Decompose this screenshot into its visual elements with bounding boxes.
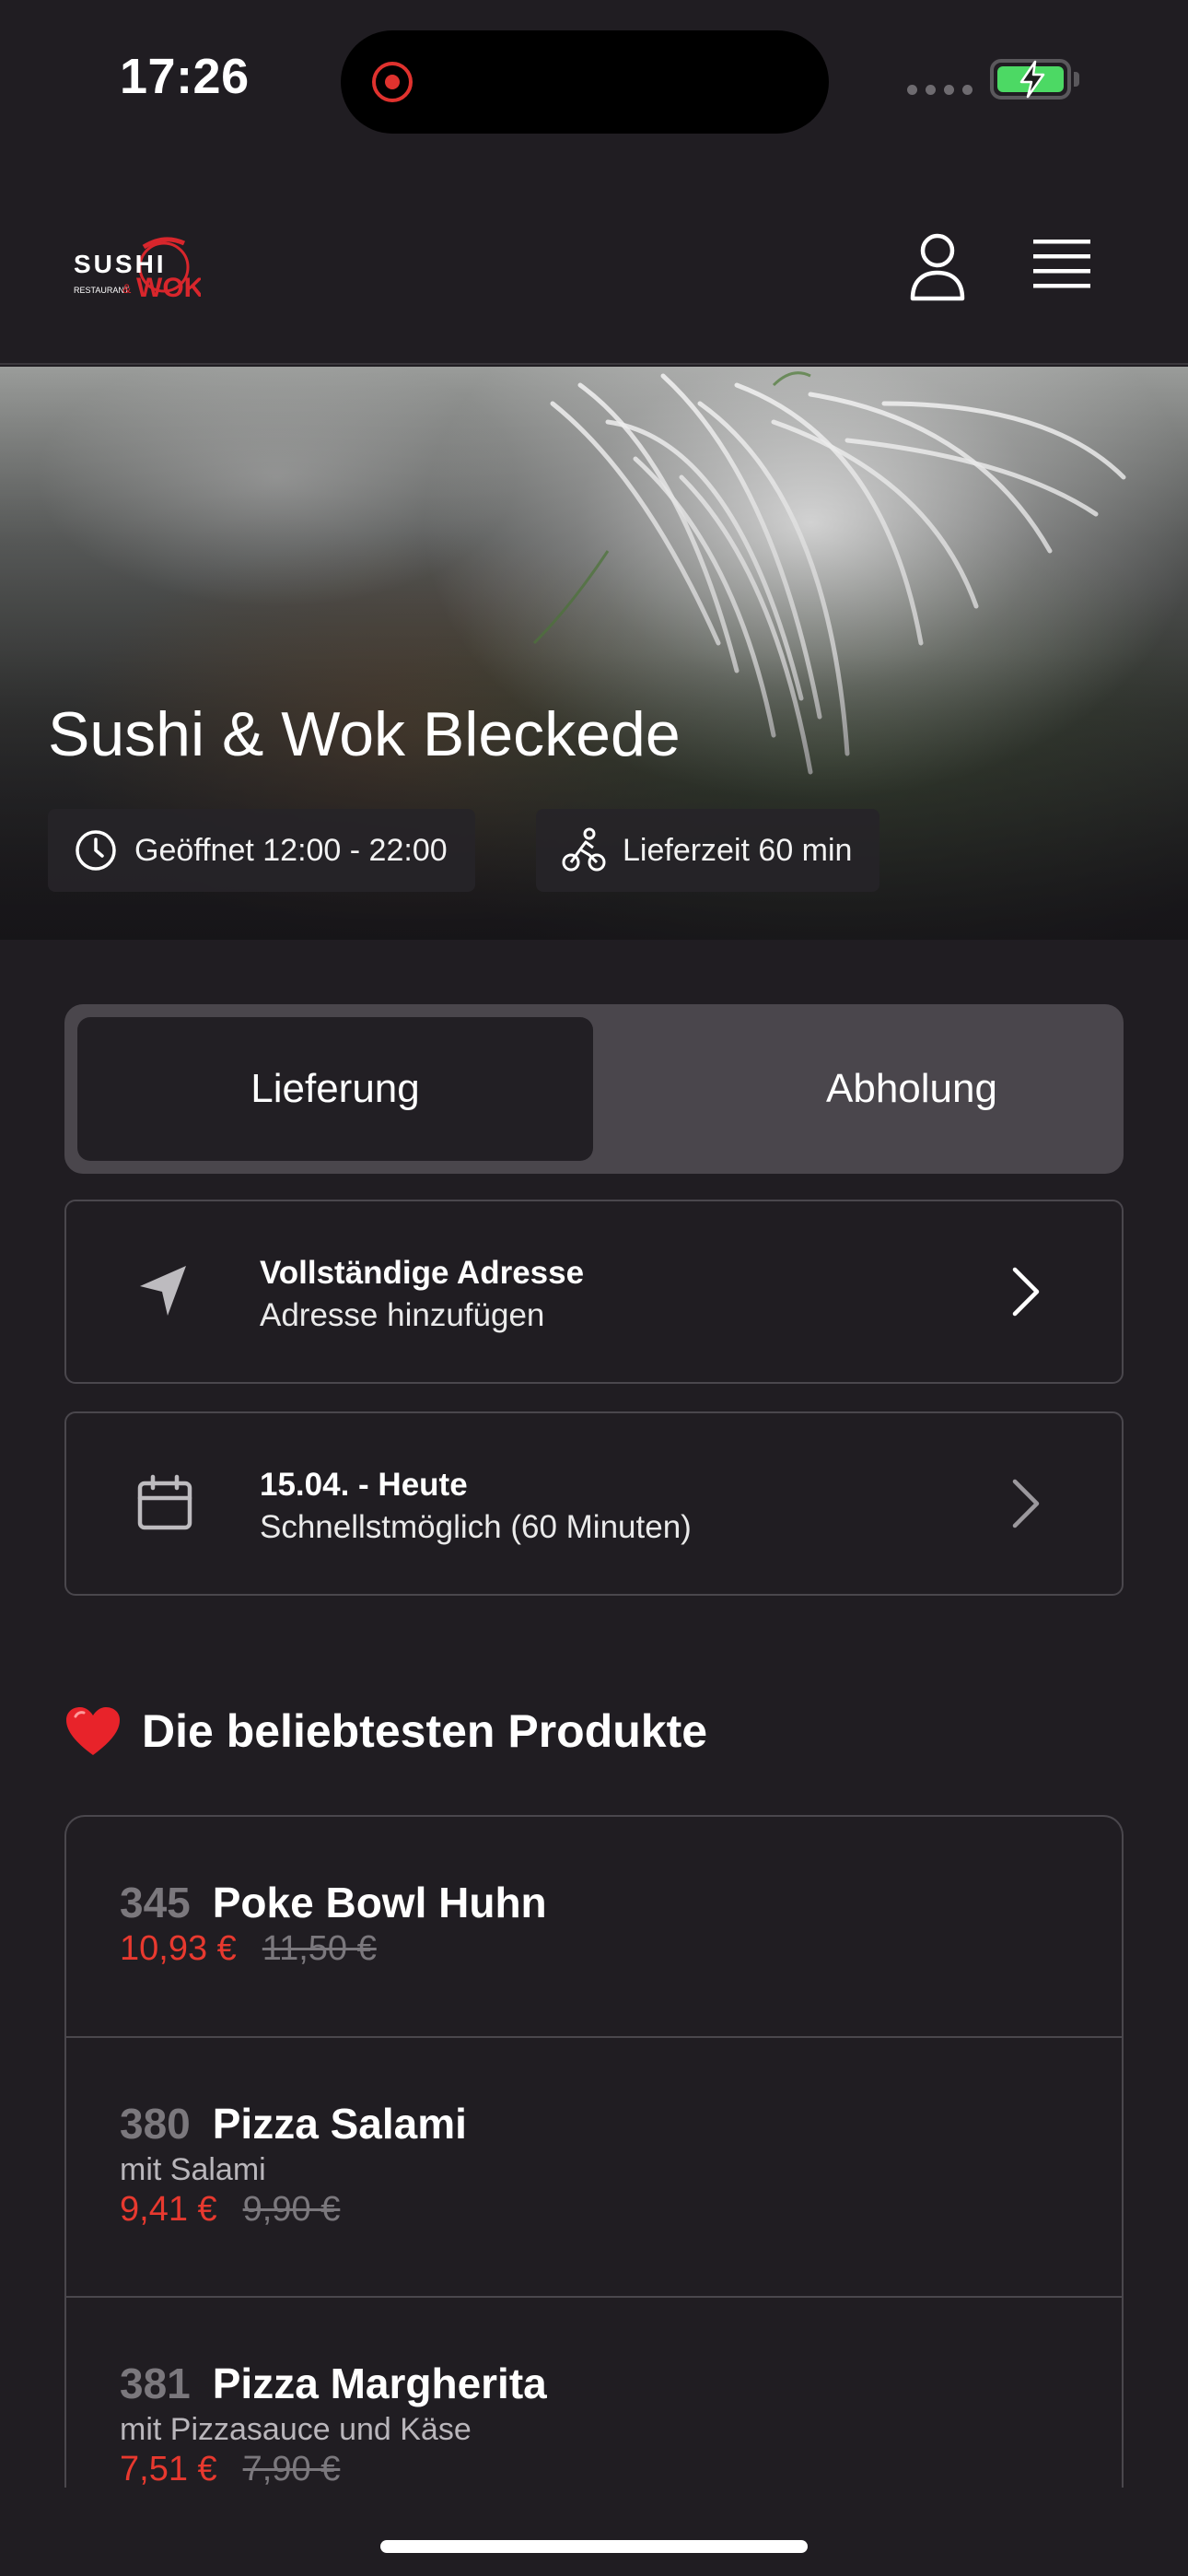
product-number: 380 — [120, 2100, 191, 2148]
signal-icon — [907, 85, 973, 95]
product-name: Pizza Salami — [212, 2100, 467, 2148]
product-number: 345 — [120, 1879, 191, 1926]
app-header: SUSHI WOK RESTAURANT & — [0, 184, 1188, 365]
product-old-price: 7,90 € — [242, 2450, 341, 2488]
battery-icon — [990, 59, 1071, 100]
svg-text:WOK: WOK — [136, 273, 201, 303]
calendar-icon — [137, 1474, 192, 1530]
address-subtitle: Adresse hinzufügen — [260, 1297, 545, 1333]
user-icon[interactable] — [907, 232, 968, 307]
product-description: mit Pizzasauce und Käse — [120, 2412, 472, 2447]
opening-hours-text: Geöffnet 12:00 - 22:00 — [134, 832, 448, 868]
address-selector[interactable]: Vollständige Adresse Adresse hinzufügen — [64, 1200, 1124, 1384]
delivery-time-chip: Lieferzeit 60 min — [536, 809, 880, 892]
product-old-price: 11,50 € — [262, 1929, 377, 1968]
battery-cap — [1074, 72, 1079, 87]
tab-pickup[interactable]: Abholung — [654, 1017, 1170, 1161]
heart-icon — [66, 1707, 120, 1755]
product-list: 345 Poke Bowl Huhn 10,93 € 11,50 € 380 P… — [64, 1815, 1124, 2488]
tab-delivery[interactable]: Lieferung — [77, 1017, 593, 1161]
home-indicator[interactable] — [380, 2540, 808, 2553]
popular-section-heading: Die beliebtesten Produkte — [64, 1704, 707, 1758]
svg-text:&: & — [122, 281, 132, 296]
product-name: Pizza Margherita — [212, 2359, 547, 2407]
product-name: Poke Bowl Huhn — [212, 1879, 547, 1926]
product-price: 10,93 € — [120, 1929, 237, 1968]
restaurant-name: Sushi & Wok Bleckede — [48, 699, 681, 769]
status-time: 17:26 — [120, 49, 250, 104]
hero-banner: Sushi & Wok Bleckede Geöffnet 12:00 - 22… — [0, 367, 1188, 940]
opening-hours-chip: Geöffnet 12:00 - 22:00 — [48, 809, 475, 892]
status-bar: 17:26 — [0, 0, 1188, 157]
product-number: 381 — [120, 2359, 191, 2407]
delivery-time-option: Schnellstmöglich (60 Minuten) — [260, 1509, 692, 1545]
delivery-time-text: Lieferzeit 60 min — [623, 832, 853, 868]
product-price: 7,51 € — [120, 2450, 217, 2488]
cyclist-icon — [562, 827, 606, 872]
product-item[interactable]: 381 Pizza Margherita mit Pizzasauce und … — [66, 2298, 1122, 2488]
product-item[interactable]: 345 Poke Bowl Huhn 10,93 € 11,50 € — [66, 1817, 1122, 2038]
address-title: Vollständige Adresse — [260, 1255, 585, 1291]
delivery-mode-toggle: Lieferung Abholung — [64, 1004, 1124, 1174]
hamburger-menu-icon[interactable] — [1030, 232, 1096, 301]
product-price: 9,41 € — [120, 2190, 217, 2229]
restaurant-logo[interactable]: SUSHI WOK RESTAURANT & — [72, 230, 204, 313]
recording-indicator-icon — [372, 62, 413, 102]
chevron-right-icon — [1012, 1267, 1040, 1317]
delivery-date: 15.04. - Heute — [260, 1467, 468, 1503]
svg-text:RESTAURANT: RESTAURANT — [74, 286, 130, 295]
product-old-price: 9,90 € — [242, 2190, 341, 2229]
dynamic-island — [341, 30, 829, 134]
chevron-right-icon — [1012, 1479, 1040, 1528]
location-arrow-icon — [140, 1266, 186, 1316]
product-item[interactable]: 380 Pizza Salami mit Salami 9,41 € 9,90 … — [66, 2038, 1122, 2298]
product-description: mit Salami — [120, 2152, 266, 2187]
clock-icon — [76, 830, 116, 871]
section-title: Die beliebtesten Produkte — [142, 1705, 708, 1757]
time-selector[interactable]: 15.04. - Heute Schnellstmöglich (60 Minu… — [64, 1411, 1124, 1596]
